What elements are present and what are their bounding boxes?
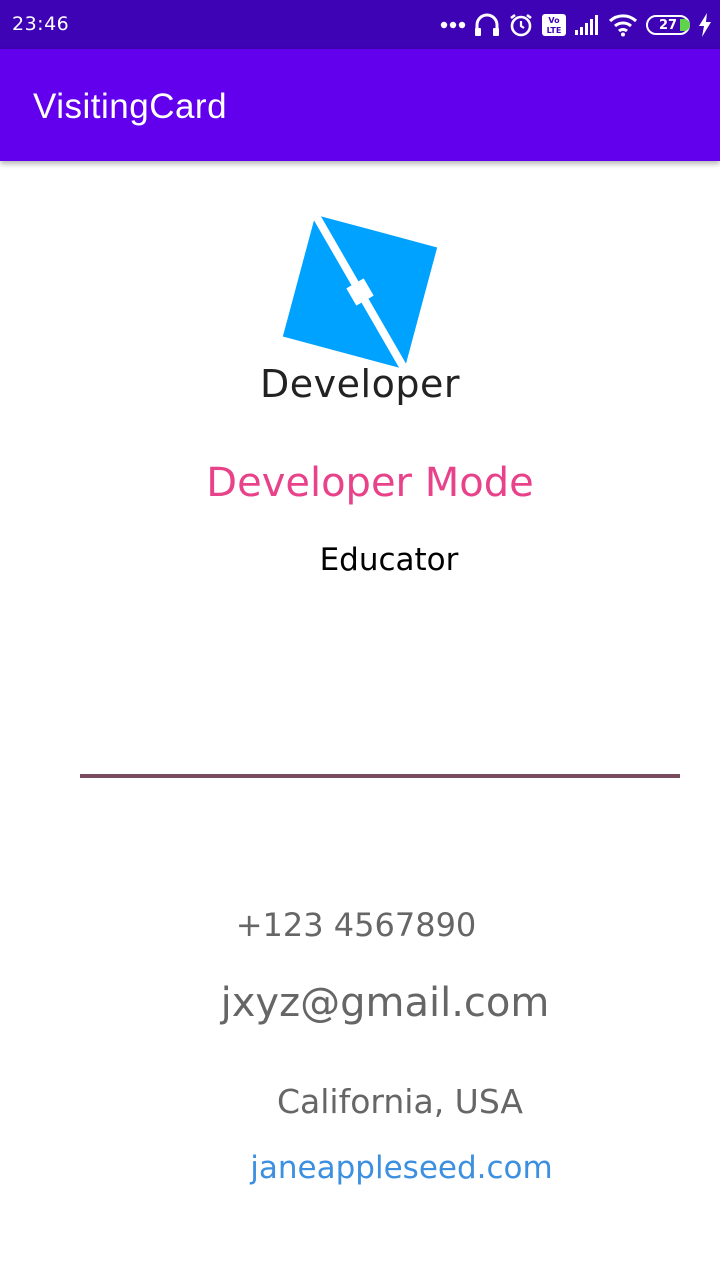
svg-text:Vo: Vo [548, 16, 560, 25]
headphones-icon [474, 13, 500, 37]
status-icons: Vo LTE 27 [440, 10, 712, 40]
charging-icon [698, 13, 712, 37]
volte-icon: Vo LTE [542, 14, 566, 36]
status-bar: 23:46 Vo LTE 27 [0, 0, 720, 49]
card-name: Developer Mode [206, 460, 534, 506]
developer-logo: Developer [255, 212, 470, 417]
card-role: Educator [319, 542, 459, 578]
roblox-logo-icon [282, 212, 438, 372]
battery-level: 27 [658, 17, 678, 33]
app-title: VisitingCard [33, 87, 228, 126]
status-time: 23:46 [12, 13, 70, 35]
app-bar: VisitingCard [0, 49, 720, 161]
phone-number[interactable]: +123 4567890 [0, 906, 712, 944]
svg-text:LTE: LTE [547, 26, 562, 35]
signal-icon [574, 14, 600, 36]
more-dots-icon [440, 21, 466, 29]
email-address[interactable]: jxyz@gmail.com [0, 980, 720, 1026]
website-link[interactable]: janeappleseed.com [0, 1150, 720, 1186]
location: California, USA [277, 1082, 523, 1121]
alarm-icon [508, 13, 534, 37]
wifi-icon [608, 13, 638, 37]
divider [80, 774, 680, 778]
logo-caption: Developer [260, 362, 460, 406]
battery-icon: 27 [646, 15, 690, 35]
battery-charge-indicator [680, 19, 690, 31]
